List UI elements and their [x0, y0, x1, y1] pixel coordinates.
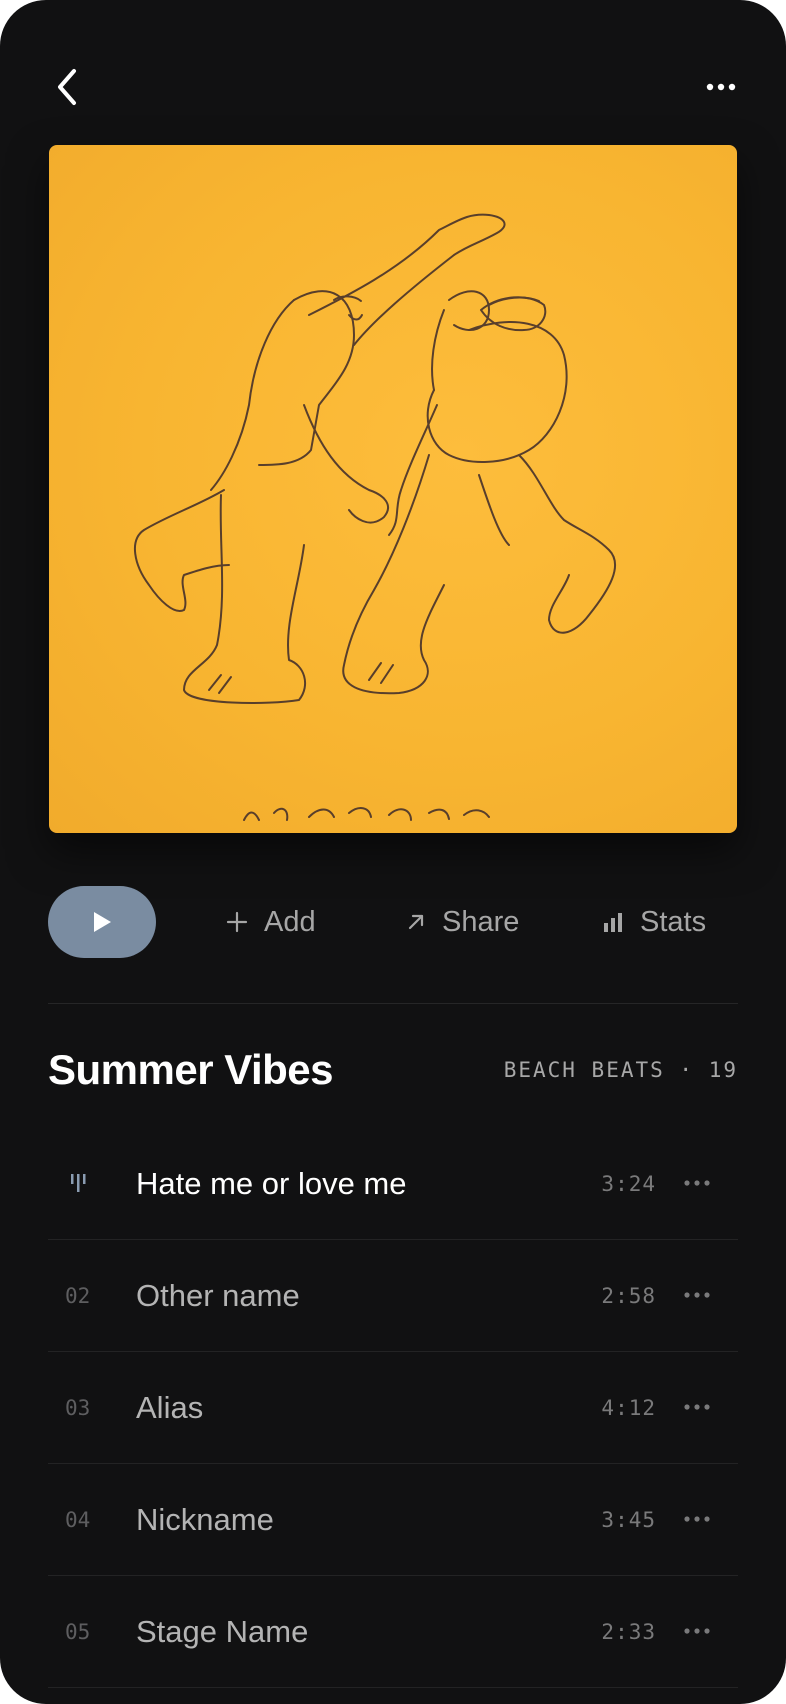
back-button[interactable] — [44, 62, 94, 112]
track-row[interactable]: 03 Alias 4:12 — [48, 1352, 738, 1464]
more-horizontal-icon — [684, 1292, 710, 1298]
now-playing-icon — [71, 1174, 86, 1192]
track-duration: 2:33 — [601, 1619, 656, 1644]
track-row[interactable]: 05 Stage Name 2:33 — [48, 1576, 738, 1688]
add-label: Add — [264, 905, 316, 938]
track-duration: 3:24 — [601, 1171, 656, 1196]
track-name: Nickname — [136, 1501, 274, 1537]
track-row[interactable]: Hate me or love me 3:24 — [48, 1128, 738, 1240]
track-number: 03 — [65, 1395, 91, 1420]
track-number: 02 — [65, 1283, 91, 1308]
track-name: Stage Name — [136, 1613, 309, 1649]
track-duration: 4:12 — [601, 1395, 656, 1420]
track-more-button[interactable] — [682, 1170, 712, 1196]
more-menu-button[interactable] — [696, 62, 746, 112]
album-artwork — [49, 145, 737, 833]
add-button[interactable]: Add — [226, 886, 316, 958]
more-horizontal-icon — [684, 1180, 710, 1186]
more-horizontal-icon — [684, 1404, 710, 1410]
track-more-button[interactable] — [682, 1282, 712, 1308]
track-more-button[interactable] — [682, 1394, 712, 1420]
plus-icon — [226, 911, 248, 933]
track-row[interactable]: 02 Other name 2:58 — [48, 1240, 738, 1352]
playlist-screen: Add Share Stats Summer Vibes BEACH BEATS… — [0, 0, 786, 1704]
stats-button[interactable]: Stats — [602, 886, 706, 958]
track-more-button[interactable] — [682, 1618, 712, 1644]
section-divider — [48, 1003, 738, 1004]
share-button[interactable]: Share — [406, 886, 519, 958]
more-horizontal-icon — [684, 1516, 710, 1522]
stats-label: Stats — [640, 905, 707, 938]
album-cover-illustration — [133, 213, 617, 821]
chevron-left-icon — [58, 69, 76, 105]
playlist-meta: BEACH BEATS · 19 — [503, 1058, 738, 1082]
more-horizontal-icon — [706, 83, 736, 91]
track-name: Other name — [136, 1277, 300, 1313]
play-button[interactable] — [48, 886, 156, 958]
track-duration: 3:45 — [601, 1507, 656, 1532]
play-icon — [94, 912, 111, 932]
track-more-button[interactable] — [682, 1506, 712, 1532]
playlist-title: Summer Vibes — [48, 1046, 334, 1093]
track-number: 05 — [65, 1619, 91, 1644]
track-list: Hate me or love me 3:24 02 Other name 2:… — [48, 1128, 738, 1688]
action-bar: Add Share Stats — [48, 886, 738, 958]
more-horizontal-icon — [684, 1628, 710, 1634]
track-row[interactable]: 04 Nickname 3:45 — [48, 1464, 738, 1576]
track-name: Hate me or love me — [136, 1165, 407, 1201]
top-bar — [48, 62, 738, 112]
bar-chart-icon — [602, 911, 624, 933]
track-duration: 2:58 — [601, 1283, 656, 1308]
track-number: 04 — [65, 1507, 91, 1532]
arrow-up-right-icon — [406, 912, 426, 932]
share-label: Share — [442, 905, 520, 938]
track-name: Alias — [136, 1389, 204, 1425]
